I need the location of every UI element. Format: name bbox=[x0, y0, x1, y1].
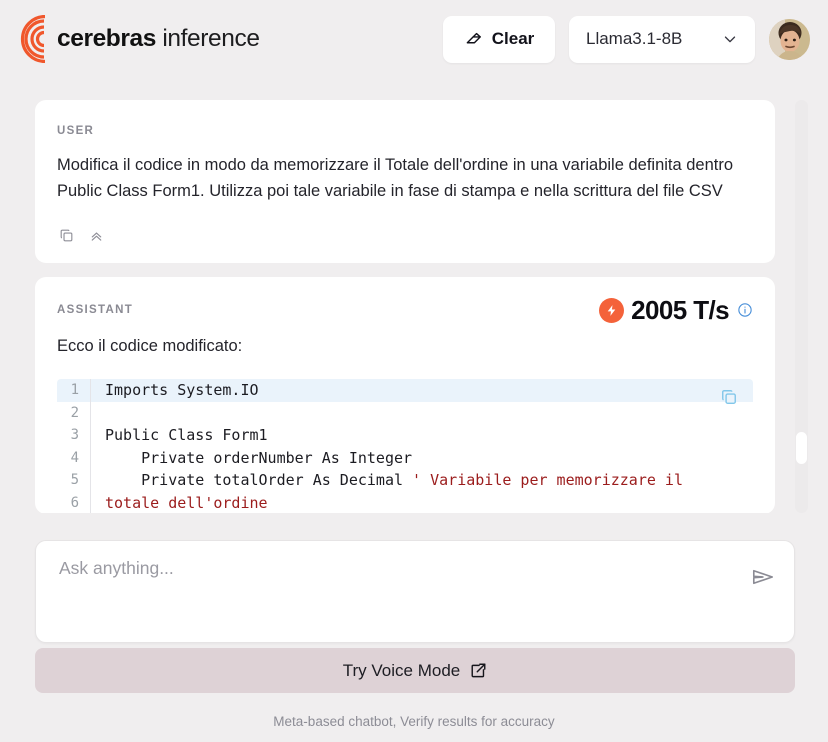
code-line-row: 3 Public Class Form1 bbox=[57, 424, 753, 447]
user-message-card: USER Modifica il codice in modo da memor… bbox=[35, 100, 775, 263]
code-line-row: 6 totale dell'ordine bbox=[57, 491, 753, 514]
code-token: Public Class Form1 bbox=[105, 426, 268, 444]
user-role-row: USER bbox=[57, 120, 753, 142]
token-rate-value: 2005 T/s bbox=[631, 295, 729, 325]
code-line-number: 4 bbox=[57, 446, 91, 469]
avatar-photo bbox=[769, 18, 810, 60]
code-line-number: 6 bbox=[57, 491, 91, 513]
code-line-row: 2 bbox=[57, 401, 753, 425]
model-selector-value: Llama3.1-8B bbox=[586, 29, 683, 48]
code-token: totale dell'ordine bbox=[105, 493, 268, 512]
user-message-text: Modifica il codice in modo da memorizzar… bbox=[57, 156, 734, 200]
code-token: ' Variabile per memorizzare il bbox=[412, 471, 683, 489]
footer-disclaimer: Meta-based chatbot, Verify results for a… bbox=[273, 714, 555, 729]
app-header: cerebras inference Clear Llama3.1-8B bbox=[0, 0, 828, 78]
copy-icon[interactable] bbox=[57, 226, 76, 245]
info-icon[interactable] bbox=[737, 302, 753, 318]
code-line-text: Private totalOrder As Decimal ' Variabil… bbox=[91, 469, 753, 492]
code-token: Private orderNumber As Integer bbox=[105, 448, 413, 467]
code-line-row: 1 Imports System.IO bbox=[57, 379, 753, 402]
user-avatar[interactable] bbox=[769, 18, 810, 60]
assistant-message-card: ASSISTANT 2005 T/s Ecco il codice modifi… bbox=[35, 277, 775, 513]
code-line-number: 1 bbox=[57, 379, 91, 402]
assistant-role-row: ASSISTANT 2005 T/s bbox=[57, 297, 753, 323]
code-line-number: 5 bbox=[57, 469, 91, 492]
code-line-text: Public Class Form1 bbox=[91, 424, 753, 447]
chat-scroll-area[interactable]: USER Modifica il codice in modo da memor… bbox=[35, 100, 775, 513]
code-line-text: Imports System.IO bbox=[91, 379, 753, 402]
send-icon[interactable] bbox=[750, 564, 776, 590]
code-line-text: totale dell'ordine bbox=[91, 492, 753, 514]
brand-name-light: inference bbox=[155, 25, 260, 52]
user-role-label: USER bbox=[57, 125, 95, 137]
header-controls: Clear Llama3.1-8B bbox=[443, 15, 810, 63]
code-lines-container: 1 Imports System.IO 2 3 Public Class Form1 4 … bbox=[57, 379, 753, 513]
token-rate-badge: 2005 T/s bbox=[599, 297, 753, 323]
code-line-row: 5 Private totalOrder As Decimal ' Variab… bbox=[57, 469, 753, 492]
eraser-icon bbox=[466, 32, 481, 44]
message-input[interactable] bbox=[59, 558, 749, 579]
code-block: 1 Imports System.IO 2 3 Public Class Form1 4 … bbox=[57, 379, 753, 513]
chat-scrollbar[interactable] bbox=[795, 100, 808, 513]
code-line-row: 4 Private orderNumber As Integer bbox=[57, 446, 753, 470]
assistant-role-label: ASSISTANT bbox=[57, 304, 134, 316]
brand-wordmark: cerebras inference bbox=[57, 25, 260, 53]
user-message-actions bbox=[57, 226, 753, 245]
lightning-bolt-icon bbox=[599, 297, 625, 323]
code-token: Imports System.IO bbox=[105, 381, 259, 399]
brand-name-bold: cerebras bbox=[57, 25, 156, 52]
chat-scrollbar-thumb[interactable] bbox=[796, 432, 807, 464]
code-copy-icon[interactable] bbox=[719, 387, 739, 407]
code-line-number: 3 bbox=[57, 424, 91, 447]
composer[interactable] bbox=[35, 540, 795, 643]
code-token: Private totalOrder As Decimal bbox=[105, 471, 413, 489]
clear-button-label: Clear bbox=[491, 29, 535, 48]
clear-button[interactable]: Clear bbox=[443, 15, 555, 63]
brand-logo: cerebras inference bbox=[14, 15, 260, 63]
chevron-down-icon bbox=[724, 36, 736, 43]
code-line-text: Private orderNumber As Integer bbox=[91, 447, 753, 470]
assistant-intro-text: Ecco il codice modificato: bbox=[57, 337, 243, 355]
chevrons-up-icon[interactable] bbox=[87, 226, 106, 245]
model-selector[interactable]: Llama3.1-8B bbox=[569, 15, 755, 63]
voice-mode-label: Try Voice Mode bbox=[342, 660, 461, 680]
code-line-number: 2 bbox=[57, 401, 91, 424]
external-link-icon bbox=[471, 663, 486, 677]
cerebras-arcs-icon bbox=[20, 15, 46, 63]
try-voice-mode-button[interactable]: Try Voice Mode bbox=[35, 648, 795, 693]
